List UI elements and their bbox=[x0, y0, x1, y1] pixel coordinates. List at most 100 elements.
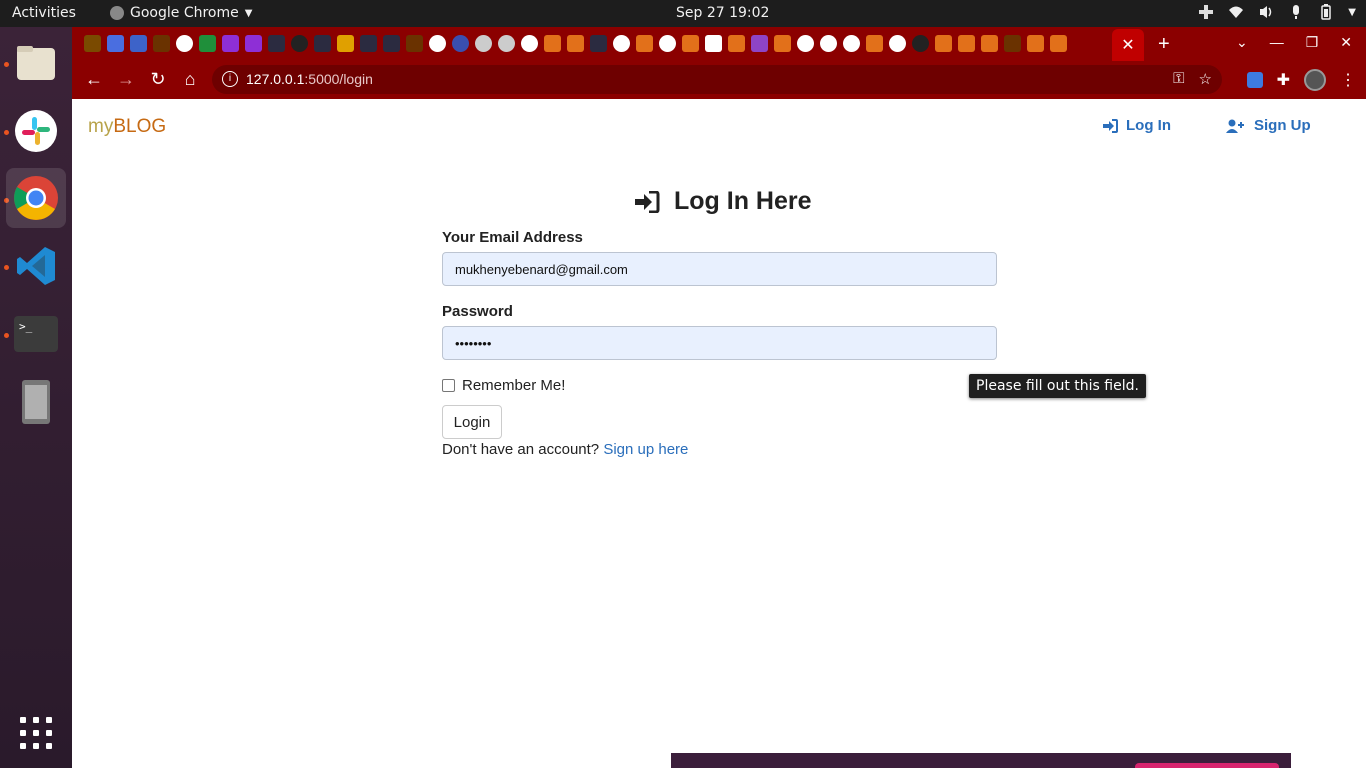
bottom-notification-bar bbox=[671, 753, 1291, 768]
svg-text:>_: >_ bbox=[19, 320, 33, 333]
tab[interactable] bbox=[866, 35, 883, 52]
key-icon[interactable]: ⚿ bbox=[1173, 70, 1184, 88]
show-apps-button[interactable] bbox=[20, 717, 52, 749]
tab[interactable] bbox=[521, 35, 538, 52]
microphone-icon[interactable] bbox=[1288, 4, 1304, 20]
files-dock-item[interactable] bbox=[6, 33, 66, 93]
slack-tray-icon[interactable] bbox=[1198, 4, 1214, 20]
email-field[interactable]: mukhenyebenard@gmail.com bbox=[442, 252, 997, 286]
tab[interactable] bbox=[84, 35, 101, 52]
tab[interactable] bbox=[291, 35, 308, 52]
bottom-bar-button[interactable] bbox=[1135, 763, 1279, 768]
tab[interactable] bbox=[820, 35, 837, 52]
tab[interactable] bbox=[429, 35, 446, 52]
tab[interactable] bbox=[958, 35, 975, 52]
tab[interactable] bbox=[659, 35, 676, 52]
url-path: :5000/login bbox=[304, 71, 373, 87]
tab[interactable] bbox=[613, 35, 630, 52]
tab-search-icon[interactable]: ⌄ bbox=[1236, 34, 1248, 51]
tab[interactable] bbox=[912, 35, 929, 52]
bookmark-star-icon[interactable]: ☆ bbox=[1199, 70, 1212, 88]
tab[interactable] bbox=[268, 35, 285, 52]
tab[interactable] bbox=[1050, 35, 1067, 52]
kebab-menu-icon[interactable]: ⋮ bbox=[1340, 70, 1356, 90]
volume-icon[interactable] bbox=[1258, 4, 1274, 20]
tab[interactable] bbox=[728, 35, 745, 52]
tab[interactable] bbox=[935, 35, 952, 52]
clock[interactable]: Sep 27 19:02 bbox=[676, 5, 769, 21]
wifi-icon[interactable] bbox=[1228, 4, 1244, 20]
puzzle-icon[interactable]: ✚ bbox=[1277, 70, 1290, 90]
tab[interactable] bbox=[199, 35, 216, 52]
tab[interactable] bbox=[981, 35, 998, 52]
tab[interactable] bbox=[705, 35, 722, 52]
restore-icon[interactable]: ❐ bbox=[1306, 34, 1319, 51]
tab[interactable] bbox=[475, 35, 492, 52]
tab-favicons bbox=[84, 35, 1067, 52]
profile-avatar[interactable] bbox=[1304, 69, 1326, 91]
tab[interactable] bbox=[153, 35, 170, 52]
home-icon[interactable]: ⌂ bbox=[179, 69, 201, 90]
tab[interactable] bbox=[843, 35, 860, 52]
chrome-dock-item[interactable] bbox=[6, 168, 66, 228]
forward-arrow-icon[interactable]: → bbox=[115, 69, 137, 90]
login-button[interactable]: Login bbox=[442, 405, 502, 439]
remember-me[interactable]: Remember Me! bbox=[442, 377, 565, 394]
active-tab-close-button[interactable]: ✕ bbox=[1112, 29, 1144, 61]
tab[interactable] bbox=[567, 35, 584, 52]
minimize-icon[interactable]: — bbox=[1270, 34, 1284, 51]
tab[interactable] bbox=[383, 35, 400, 52]
site-info-icon[interactable]: i bbox=[222, 71, 238, 87]
remember-me-checkbox[interactable] bbox=[442, 379, 455, 392]
tab-strip: ✕ + ⌄ — ❐ ✕ bbox=[72, 27, 1366, 61]
slack-dock-item[interactable] bbox=[6, 101, 66, 161]
tab[interactable] bbox=[360, 35, 377, 52]
window-close-icon[interactable]: ✕ bbox=[1340, 34, 1352, 51]
files-icon bbox=[17, 46, 55, 80]
page-title: Log In Here bbox=[634, 187, 812, 216]
terminal-dock-item[interactable]: >_ bbox=[6, 304, 66, 364]
tab[interactable] bbox=[889, 35, 906, 52]
tab[interactable] bbox=[130, 35, 147, 52]
tab[interactable] bbox=[797, 35, 814, 52]
password-field[interactable]: •••••••• bbox=[442, 326, 997, 360]
plus-icon: + bbox=[1158, 33, 1170, 55]
tab[interactable] bbox=[222, 35, 239, 52]
system-menu-caret-icon[interactable]: ▼ bbox=[1348, 7, 1356, 18]
tab[interactable] bbox=[1027, 35, 1044, 52]
app-menu[interactable]: Google Chrome ▼ bbox=[110, 5, 252, 21]
tab[interactable] bbox=[751, 35, 768, 52]
tab[interactable] bbox=[1004, 35, 1021, 52]
new-tab-button[interactable]: + bbox=[1158, 33, 1170, 56]
extension-icon[interactable] bbox=[1246, 72, 1263, 88]
tab[interactable] bbox=[544, 35, 561, 52]
tab[interactable] bbox=[107, 35, 124, 52]
vscode-dock-item[interactable] bbox=[6, 236, 66, 296]
system-tray[interactable]: ▼ bbox=[1198, 4, 1356, 20]
device-dock-item[interactable] bbox=[6, 372, 66, 432]
tab[interactable] bbox=[406, 35, 423, 52]
nav-signup-link[interactable]: Sign Up bbox=[1226, 117, 1311, 134]
tab[interactable] bbox=[245, 35, 262, 52]
site-brand[interactable]: myBLOG bbox=[88, 116, 166, 138]
tab[interactable] bbox=[314, 35, 331, 52]
tab[interactable] bbox=[682, 35, 699, 52]
address-bar[interactable]: i 127.0.0.1:5000/login ⚿ ☆ bbox=[212, 65, 1222, 94]
tab[interactable] bbox=[498, 35, 515, 52]
nav-login-link[interactable]: Log In bbox=[1102, 117, 1171, 134]
tab[interactable] bbox=[176, 35, 193, 52]
tab[interactable] bbox=[337, 35, 354, 52]
tab[interactable] bbox=[452, 35, 469, 52]
sign-in-icon bbox=[1103, 118, 1118, 133]
vscode-icon bbox=[17, 247, 55, 285]
chrome-small-icon bbox=[110, 6, 124, 20]
tab[interactable] bbox=[590, 35, 607, 52]
activities-button[interactable]: Activities bbox=[12, 5, 76, 21]
back-arrow-icon[interactable]: ← bbox=[83, 69, 105, 90]
dock: >_ bbox=[0, 27, 72, 768]
reload-icon[interactable]: ↻ bbox=[147, 69, 169, 90]
signup-link[interactable]: Sign up here bbox=[603, 441, 688, 458]
tab[interactable] bbox=[636, 35, 653, 52]
battery-icon[interactable] bbox=[1318, 4, 1334, 20]
tab[interactable] bbox=[774, 35, 791, 52]
